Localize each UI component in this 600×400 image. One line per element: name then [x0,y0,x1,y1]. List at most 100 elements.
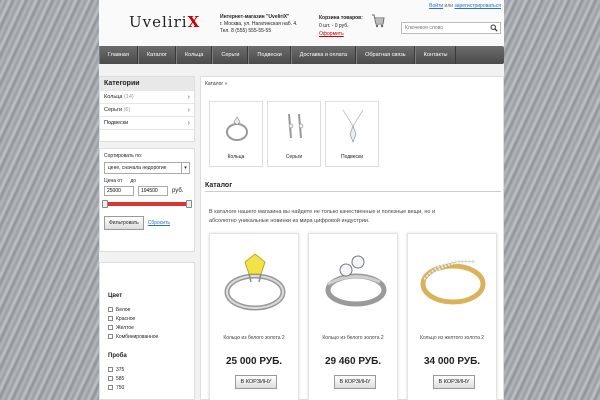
checkbox[interactable] [108,367,113,372]
color-option[interactable]: Красное [108,314,186,323]
yellow-diamond-ring-image [224,253,286,311]
breadcrumb[interactable]: Каталог » [205,81,227,87]
gold-eternity-ring-image [420,259,486,305]
chevron-right-icon: › [187,107,190,114]
product-price: 25 000 РУБ. [225,356,283,367]
catalog-content: Каталог » Кольца Серьги Подвески Каталог… [200,76,504,400]
checkbox[interactable] [108,316,113,321]
search-input[interactable] [402,23,488,33]
nav-item-earrings[interactable]: Серьги [212,46,249,64]
category-label: Кольца [104,94,123,100]
register-link[interactable]: зарегистрироваться [454,3,501,9]
option-label: Комбинированное [116,333,159,340]
price-inputs: руб. [104,186,190,196]
nav-item-rings[interactable]: Кольца [175,46,213,64]
product-name[interactable]: Кольцо из белого золота 2 [309,335,397,341]
subcategory-label: Серьги [285,154,303,160]
page-title: Каталог [205,182,233,189]
product-name[interactable]: Кольцо из желтого золота 2 [408,335,496,341]
sort-select[interactable]: цене, сначала недорогие ▾ [104,162,190,174]
logo[interactable]: UveliriX [129,13,200,31]
add-to-cart-button[interactable]: В КОРЗИНУ [235,375,277,389]
option-label: Красное [116,315,136,322]
proba-option[interactable]: 750 [108,383,186,392]
pendant-icon [342,109,364,143]
chevron-down-icon: ▾ [181,163,189,173]
shop-address: г. Москва, ул. Нагатинская наб. 4. [220,21,298,27]
price-from-input[interactable] [104,186,134,196]
color-option[interactable]: Белое [108,305,186,314]
currency-label: руб. [172,188,184,194]
color-option[interactable]: Желтое [108,323,186,332]
shop-title: Интернет-магазин "UveliriX" [220,14,290,20]
subcategory-pendants[interactable]: Подвески [325,101,379,167]
filter-button[interactable]: Фильтровать [104,216,144,230]
login-link[interactable]: Войти [429,3,443,9]
twin-diamond-ring-image [325,255,387,307]
checkout-link[interactable]: Оформить [319,31,344,37]
search-icon[interactable] [490,24,498,32]
checkbox[interactable] [108,334,113,339]
chevron-right-icon: › [187,120,190,127]
checkbox[interactable] [108,325,113,330]
price-labels: Цена от до [104,178,190,184]
main-nav: Главная Каталог Кольца Серьги Подвески Д… [99,46,504,64]
category-count: (14) [123,94,134,100]
product-card[interactable]: Кольцо из белого золота 2 29 460 РУБ. В … [308,233,398,400]
subcategory-label: Кольца [227,154,245,160]
shop-info: Интернет-магазин "UveliriX" г. Москва, у… [220,14,298,35]
price-from-label: Цена от [104,178,123,184]
checkbox[interactable] [108,376,113,381]
proba-title: Проба [108,353,127,359]
price-to-input[interactable] [138,186,168,196]
category-label: Подвески [104,120,129,126]
reset-link[interactable]: Сбросить [148,220,170,226]
price-slider[interactable] [102,200,192,208]
category-item-pendants[interactable]: Подвески › [100,117,194,130]
ring-icon [226,116,248,141]
proba-option[interactable]: 375 [108,365,186,374]
checkbox[interactable] [108,385,113,390]
proba-option[interactable]: 585 [108,374,186,383]
price-to-label: до [130,178,137,184]
product-price: 34 000 РУБ. [423,356,481,367]
option-label: Белое [116,306,131,313]
category-item-earrings[interactable]: Серьги (6) › [100,104,194,117]
subcategory-earrings[interactable]: Серьги [267,101,321,167]
intro-text: В каталоге нашего магазина вы найдете не… [209,209,436,224]
cart-icon[interactable] [371,13,385,29]
add-to-cart-button[interactable]: В КОРЗИНУ [433,375,475,389]
categories-title: Категории [100,77,194,91]
subcategory-rings[interactable]: Кольца [209,101,263,167]
nav-item-feedback[interactable]: Обратная связь [356,46,415,64]
search-box [401,22,501,34]
slider-handle-max[interactable] [186,200,192,208]
slider-handle-min[interactable] [102,200,108,208]
logo-accent: X [187,13,201,31]
chevron-right-icon: › [187,94,190,101]
logo-text: Uveliri [129,13,188,31]
nav-item-home[interactable]: Главная [99,46,138,64]
nav-item-delivery[interactable]: Доставка и оплата [290,46,357,64]
auth-or-text: или [444,3,454,9]
auth-links: Войти или зарегистрироваться [429,3,501,9]
add-to-cart-button[interactable]: В КОРЗИНУ [334,375,376,389]
cart-summary: Корзина товаров: 0 шт. - 0 руб. Оформить [319,14,363,38]
nav-item-catalog[interactable]: Каталог [137,46,176,64]
checkbox[interactable] [108,307,113,312]
color-title: Цвет [108,293,123,299]
product-price: 29 460 РУБ. [324,356,382,367]
product-name[interactable]: Кольцо из белого золота 2 [210,335,298,341]
filter-actions: Фильтровать Сбросить [104,216,190,230]
product-card[interactable]: Кольцо из белого золота 2 25 000 РУБ. В … [209,233,299,400]
color-option[interactable]: Комбинированное [108,332,186,341]
sort-label: Сортировать по: [104,153,143,159]
nav-item-pendants[interactable]: Подвески [248,46,291,64]
categories-panel: Категории Кольца (14) › Серьги (6) › Под… [99,76,195,142]
cart-count: 0 шт. - 0 руб. [319,23,349,29]
nav-item-contacts[interactable]: Контакты [414,46,457,64]
category-label: Серьги [104,107,123,113]
category-item-rings[interactable]: Кольца (14) › [100,91,194,104]
earrings-icon [288,113,304,139]
product-card[interactable]: Кольцо из желтого золота 2 34 000 РУБ. В… [407,233,497,400]
